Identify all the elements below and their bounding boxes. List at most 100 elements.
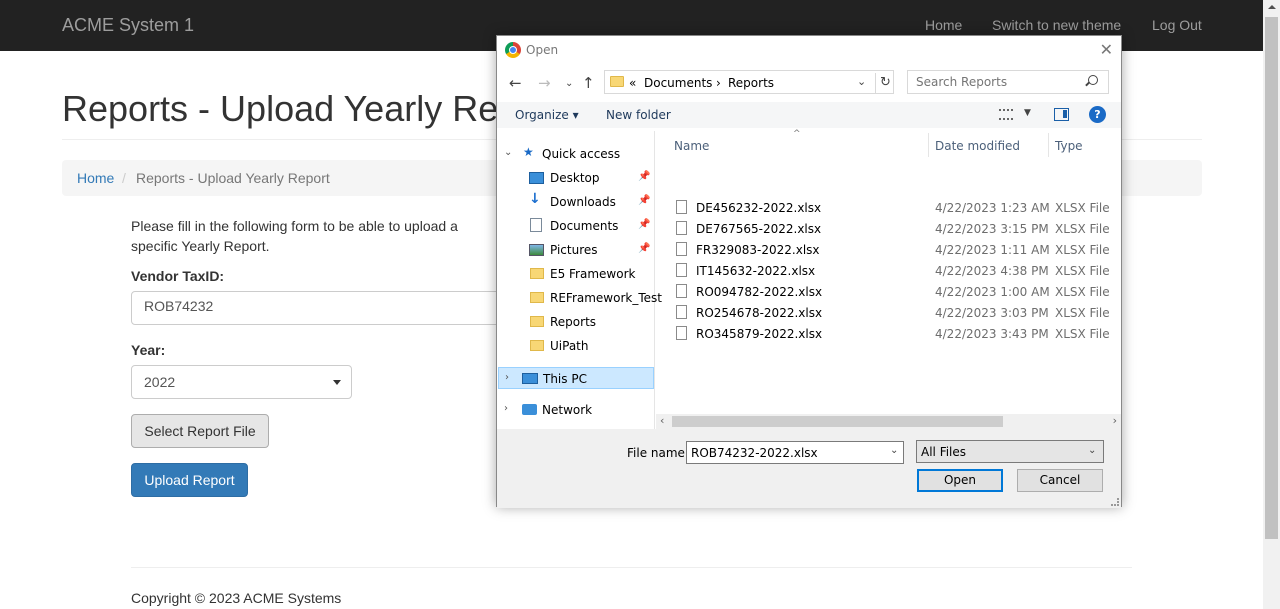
- tree-item-desktop[interactable]: Desktop 📌: [497, 167, 653, 189]
- file-row[interactable]: DE767565-2022.xlsx 4/22/2023 3:15 PM XLS…: [672, 219, 1112, 239]
- year-select[interactable]: 2022: [131, 365, 352, 399]
- file-row[interactable]: DE456232-2022.xlsx 4/22/2023 1:23 AM XLS…: [672, 198, 1112, 218]
- sort-ascending-icon: ^: [793, 129, 801, 139]
- file-name-dropdown-icon[interactable]: ⌄: [890, 445, 898, 456]
- file-icon: [676, 200, 687, 214]
- column-divider[interactable]: [928, 133, 929, 157]
- tree-item-this-pc[interactable]: › This PC: [498, 367, 654, 389]
- tree-item-reframework-test[interactable]: REFramework_Test: [497, 287, 662, 309]
- scroll-right-icon[interactable]: ›: [1113, 414, 1117, 427]
- horizontal-scrollbar[interactable]: ‹ ›: [656, 414, 1121, 429]
- new-folder-button[interactable]: New folder: [606, 108, 671, 122]
- tree-item-quick-access[interactable]: ⌄ ★ Quick access: [497, 143, 653, 165]
- expanded-chevron-icon[interactable]: ⌄: [504, 147, 512, 158]
- tree-item-label: Pictures: [550, 243, 598, 257]
- cancel-button[interactable]: Cancel: [1017, 469, 1103, 492]
- address-segment-documents[interactable]: Documents: [644, 76, 712, 90]
- download-icon: ↓: [529, 191, 541, 207]
- page-scrollbar-thumb[interactable]: [1265, 17, 1278, 539]
- column-header-type[interactable]: Type: [1055, 139, 1083, 153]
- help-icon[interactable]: ?: [1089, 106, 1106, 123]
- tree-item-e5-framework[interactable]: E5 Framework: [497, 263, 653, 285]
- up-arrow-icon[interactable]: ↑: [582, 74, 595, 92]
- file-name: IT145632-2022.xlsx: [696, 264, 816, 278]
- file-row[interactable]: FR329083-2022.xlsx 4/22/2023 1:11 AM XLS…: [672, 240, 1112, 260]
- file-row[interactable]: RO254678-2022.xlsx 4/22/2023 3:03 PM XLS…: [672, 303, 1112, 323]
- form-intro-text: Please fill in the following form to be …: [131, 218, 458, 254]
- collapsed-chevron-icon[interactable]: ›: [505, 372, 509, 383]
- file-list: ^ Name Date modified Type DE456232-2022.…: [656, 129, 1121, 429]
- page-scrollbar[interactable]: [1263, 0, 1280, 609]
- file-row[interactable]: RO345879-2022.xlsx 4/22/2023 3:43 PM XLS…: [672, 324, 1112, 344]
- upload-report-button[interactable]: Upload Report: [131, 463, 248, 497]
- address-dropdown-icon[interactable]: ⌄: [857, 75, 866, 88]
- file-date: 4/22/2023 1:00 AM: [935, 285, 1050, 299]
- file-name: FR329083-2022.xlsx: [696, 243, 820, 257]
- tree-item-documents[interactable]: Documents 📌: [497, 215, 653, 237]
- address-overflow-chevron[interactable]: «: [629, 76, 636, 90]
- year-label: Year:: [131, 342, 166, 358]
- file-type-select[interactable]: All Files: [916, 440, 1104, 463]
- tree-item-uipath[interactable]: UiPath: [497, 335, 653, 357]
- horizontal-scrollbar-thumb[interactable]: [672, 416, 1003, 427]
- address-bar[interactable]: « Documents › Reports ⌄ ↻: [604, 70, 894, 94]
- dialog-navigation-bar: ← → ⌄ ↑ « Documents › Reports ⌄ ↻: [497, 68, 1121, 98]
- search-icon: [1088, 75, 1098, 85]
- scroll-left-icon[interactable]: ‹: [660, 414, 664, 427]
- forward-arrow-icon[interactable]: →: [538, 74, 551, 92]
- brand-link[interactable]: ACME System 1: [62, 15, 194, 36]
- view-options-icon[interactable]: [999, 109, 1013, 120]
- file-date: 4/22/2023 1:11 AM: [935, 243, 1050, 257]
- nav-logout-link[interactable]: Log Out: [1152, 17, 1202, 33]
- view-dropdown-icon[interactable]: ▼: [1024, 108, 1031, 118]
- file-date: 4/22/2023 4:38 PM: [935, 264, 1049, 278]
- year-select-value: 2022: [144, 374, 176, 390]
- file-row[interactable]: RO094782-2022.xlsx 4/22/2023 1:00 AM XLS…: [672, 282, 1112, 302]
- open-button[interactable]: Open: [917, 469, 1003, 492]
- file-date: 4/22/2023 3:15 PM: [935, 222, 1049, 236]
- file-icon: [676, 263, 687, 277]
- dialog-titlebar[interactable]: Open ✕: [497, 36, 1121, 66]
- preview-pane-icon[interactable]: [1054, 108, 1069, 121]
- tree-item-network[interactable]: › Network: [497, 399, 653, 421]
- resize-grip-icon[interactable]: [1111, 498, 1119, 506]
- file-name: RO254678-2022.xlsx: [696, 306, 823, 320]
- star-icon: ★: [523, 145, 534, 159]
- column-header-date-modified[interactable]: Date modified: [935, 139, 1020, 153]
- column-divider[interactable]: [1048, 133, 1049, 157]
- file-icon: [676, 284, 687, 298]
- column-header-name[interactable]: Name: [674, 139, 709, 153]
- nav-home-link[interactable]: Home: [925, 17, 962, 33]
- select-report-file-button[interactable]: Select Report File: [131, 414, 269, 448]
- address-separator[interactable]: ›: [716, 76, 721, 90]
- file-type: XLSX File: [1055, 285, 1110, 299]
- tree-item-downloads[interactable]: ↓ Downloads 📌: [497, 191, 653, 213]
- tree-item-label: E5 Framework: [550, 267, 636, 281]
- vendor-taxid-input[interactable]: ROB74232: [131, 291, 511, 325]
- pictures-icon: [529, 244, 544, 256]
- close-icon[interactable]: ✕: [1100, 40, 1113, 59]
- folder-icon: [530, 340, 544, 351]
- file-icon: [676, 305, 687, 319]
- file-date: 4/22/2023 3:43 PM: [935, 327, 1049, 341]
- scroll-up-arrow-icon[interactable]: [1268, 5, 1276, 9]
- tree-item-label: Network: [542, 403, 593, 417]
- search-input[interactable]: [907, 70, 1109, 94]
- organize-menu-button[interactable]: Organize ▾: [515, 108, 579, 122]
- nav-theme-link[interactable]: Switch to new theme: [992, 17, 1121, 33]
- back-arrow-icon[interactable]: ←: [509, 74, 522, 92]
- folder-icon: [530, 268, 544, 279]
- tree-item-pictures[interactable]: Pictures 📌: [497, 239, 653, 261]
- recent-locations-chevron-icon[interactable]: ⌄: [565, 78, 573, 89]
- breadcrumb-home-link[interactable]: Home: [77, 170, 114, 186]
- refresh-icon[interactable]: ↻: [875, 73, 895, 93]
- collapsed-chevron-icon[interactable]: ›: [504, 403, 508, 414]
- file-name-input[interactable]: ROB74232-2022.xlsx: [686, 441, 904, 464]
- file-type-dropdown-icon[interactable]: ⌄: [1088, 445, 1096, 456]
- tree-item-reports[interactable]: Reports: [497, 311, 653, 333]
- dialog-toolbar: Organize ▾ New folder ▼ ?: [497, 102, 1121, 128]
- address-segment-reports[interactable]: Reports: [728, 76, 774, 90]
- file-row[interactable]: IT145632-2022.xlsx 4/22/2023 4:38 PM XLS…: [672, 261, 1112, 281]
- dialog-footer: File name: ROB74232-2022.xlsx ⌄ All File…: [497, 429, 1121, 508]
- tree-item-label: Quick access: [542, 147, 621, 161]
